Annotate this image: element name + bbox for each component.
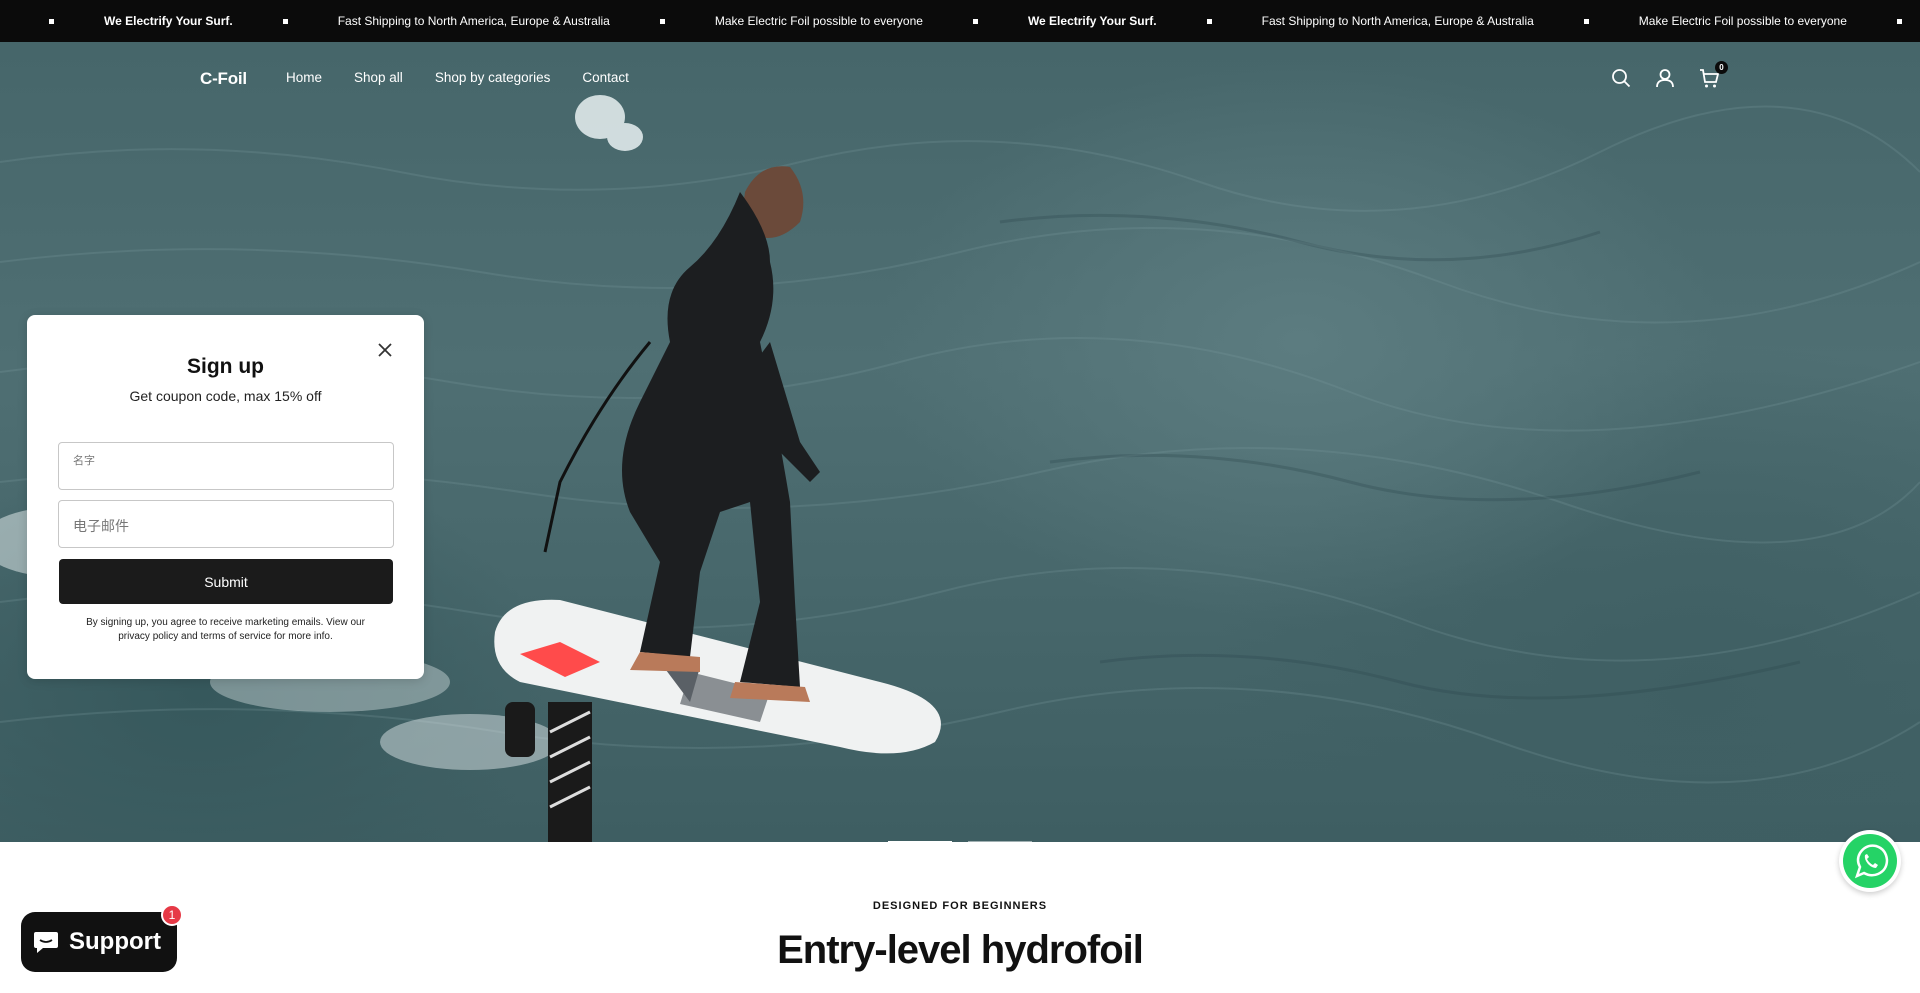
whatsapp-icon (1843, 834, 1897, 888)
announcement-item: We Electrify Your Surf. (0, 14, 233, 28)
chat-bubble-icon (34, 932, 58, 953)
name-field[interactable]: 名字 (58, 442, 394, 490)
search-icon[interactable] (1610, 67, 1632, 89)
header-icons: 0 (1610, 61, 1728, 89)
slide-dot[interactable] (888, 841, 952, 842)
support-label: Support (69, 928, 161, 955)
announcement-item: Make Electric Foil possible to everyone (610, 14, 923, 28)
announcement-item: Fast Shipping to North America, Europe &… (1157, 14, 1534, 28)
announcement-item: We Electrify Your Surf. (923, 14, 1157, 28)
section-title: Entry-level hydrofoil (777, 928, 1144, 972)
email-placeholder: 电子邮件 (73, 519, 129, 535)
bullet-icon (972, 18, 978, 24)
nav-shop-all[interactable]: Shop all (354, 70, 403, 85)
name-placeholder: 名字 (73, 454, 95, 467)
slider-dots (888, 841, 1032, 842)
email-field[interactable]: 电子邮件 (58, 500, 394, 548)
whatsapp-button[interactable] (1839, 830, 1901, 892)
popup-subtitle: Get coupon code, max 15% off (129, 388, 322, 404)
announcement-track: We Electrify Your Surf. Fast Shipping to… (0, 0, 1920, 42)
announcement-item: Make Electric Foil possible to everyone (1534, 14, 1847, 28)
bullet-icon (1206, 18, 1212, 24)
bullet-icon (49, 18, 54, 24)
cart-count-badge: 0 (1715, 61, 1728, 74)
announcement-item: Fast Shipping to North America, Europe &… (233, 14, 610, 28)
announcement-bar: We Electrify Your Surf. Fast Shipping to… (0, 0, 1920, 42)
account-icon[interactable] (1654, 67, 1676, 89)
notification-badge: 1 (161, 904, 183, 926)
bullet-icon (659, 18, 665, 24)
main-nav: Home Shop all Shop by categories Contact (286, 70, 661, 85)
bullet-icon (282, 18, 288, 24)
popup-title: Sign up (187, 355, 264, 378)
cart-icon[interactable]: 0 (1698, 61, 1728, 89)
announcement-item (1847, 18, 1920, 24)
submit-button[interactable]: Submit (59, 559, 393, 604)
nav-contact[interactable]: Contact (582, 70, 629, 85)
support-chat-button[interactable]: Support (21, 912, 177, 972)
bullet-icon (1583, 18, 1589, 24)
site-logo[interactable]: C-Foil (200, 69, 247, 89)
slide-dot[interactable] (968, 841, 1032, 842)
popup-legal-text: By signing up, you agree to receive mark… (86, 617, 365, 642)
signup-popup: Sign up Get coupon code, max 15% off 名字 … (27, 315, 424, 679)
section-eyebrow: DESIGNED FOR BEGINNERS (872, 900, 1048, 912)
nav-shop-by-categories[interactable]: Shop by categories (435, 70, 551, 85)
nav-home[interactable]: Home (286, 70, 322, 85)
bullet-icon (1896, 18, 1902, 24)
